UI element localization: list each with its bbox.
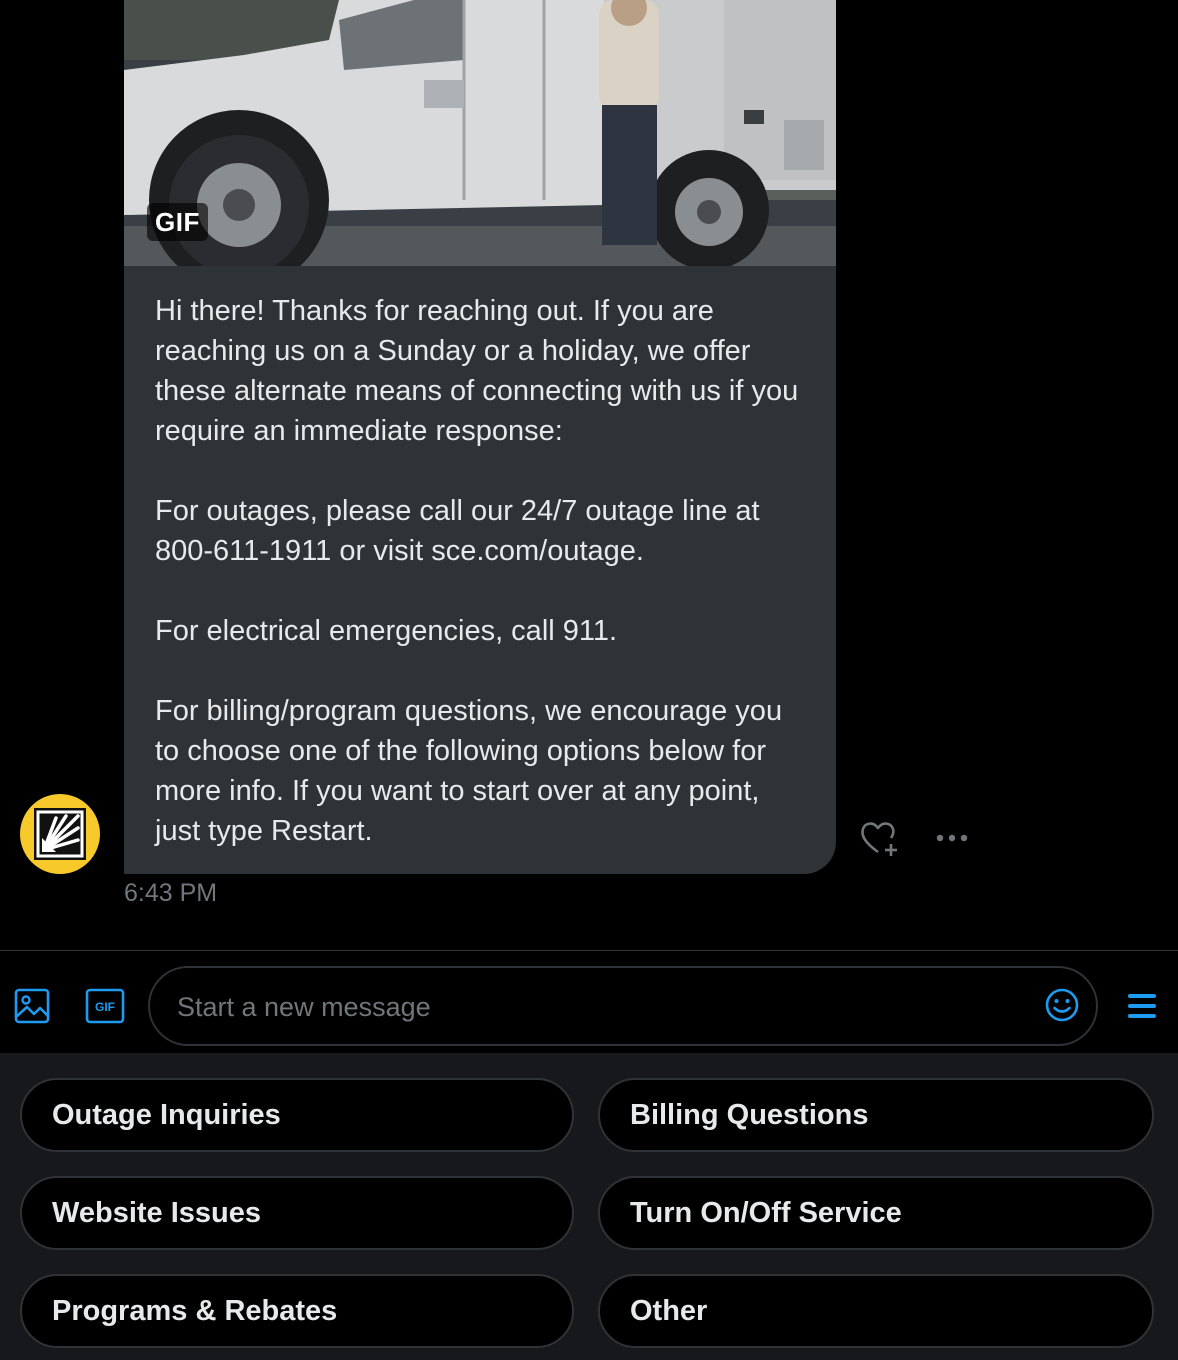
quick-reply-menu-button[interactable] — [1126, 991, 1158, 1021]
add-gif-button[interactable]: GIF — [85, 987, 125, 1025]
gif-icon-label: GIF — [95, 1000, 115, 1014]
message-paragraph: Hi there! Thanks for reaching out. If yo… — [155, 295, 799, 447]
message-input[interactable] — [175, 968, 1029, 1046]
heart-plus-icon — [861, 822, 897, 856]
avatar[interactable] — [20, 794, 100, 874]
add-media-button[interactable] — [13, 987, 51, 1025]
message-paragraph: For outages, please call our 24/7 outage… — [155, 495, 760, 567]
quick-reply-options: Outage Inquiries Billing Questions Websi… — [0, 1053, 1178, 1360]
gif-badge: GIF — [147, 203, 208, 241]
smiley-icon — [1045, 988, 1079, 1022]
message-composer: GIF — [0, 951, 1178, 1053]
message-paragraph: For electrical emergencies, call 911. — [155, 615, 618, 647]
menu-icon — [1128, 994, 1156, 1018]
message-timestamp: 6:43 PM — [124, 879, 218, 907]
gif-media[interactable] — [124, 0, 836, 266]
dm-conversation: GIF Hi there! Thanks for reaching out. I… — [0, 0, 1178, 1360]
quick-reply-website-issues[interactable]: Website Issues — [20, 1176, 574, 1250]
message-paragraph: For billing/program questions, we encour… — [155, 695, 783, 847]
more-button[interactable] — [930, 820, 974, 856]
gif-icon: GIF — [85, 988, 125, 1024]
quick-reply-programs-rebates[interactable]: Programs & Rebates — [20, 1274, 574, 1348]
sce-logo-icon — [34, 808, 86, 860]
message-input-container — [148, 966, 1098, 1046]
react-button[interactable] — [858, 818, 902, 858]
image-icon — [14, 988, 50, 1024]
quick-reply-outage-inquiries[interactable]: Outage Inquiries — [20, 1078, 574, 1152]
quick-reply-other[interactable]: Other — [598, 1274, 1154, 1348]
message-bubble: Hi there! Thanks for reaching out. If yo… — [124, 266, 836, 874]
gif-image — [124, 0, 836, 266]
more-dots-icon — [936, 834, 968, 842]
emoji-button[interactable] — [1044, 987, 1080, 1023]
quick-reply-billing-questions[interactable]: Billing Questions — [598, 1078, 1154, 1152]
quick-reply-turn-on-off-service[interactable]: Turn On/Off Service — [598, 1176, 1154, 1250]
